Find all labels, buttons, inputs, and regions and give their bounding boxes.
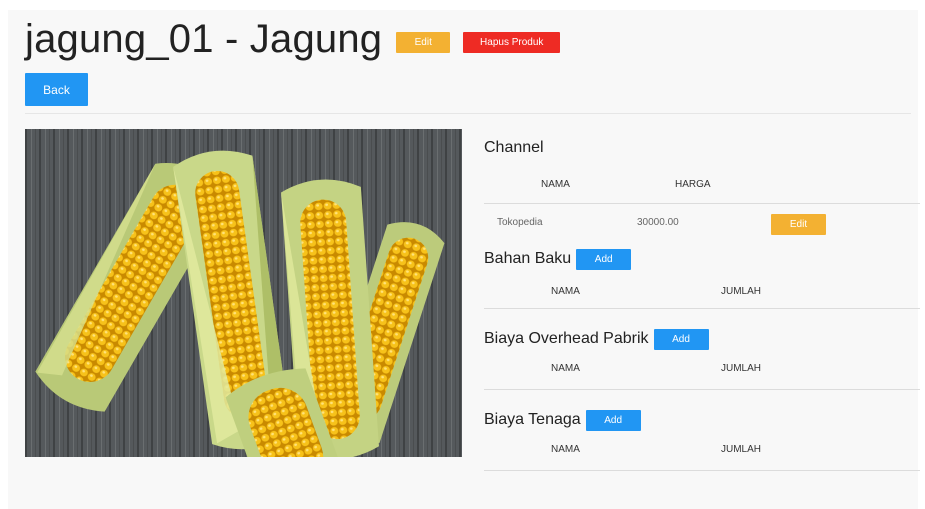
overhead-title: Biaya Overhead Pabrik xyxy=(484,330,649,347)
channel-nama: Tokopedia xyxy=(497,217,543,228)
column-header-nama: NAMA xyxy=(551,286,580,297)
table-row: Tokopedia 30000.00 Edit xyxy=(484,204,920,242)
column-header-nama: NAMA xyxy=(551,363,580,374)
column-header-jumlah: JUMLAH xyxy=(721,444,762,455)
add-tenaga-button[interactable]: Add xyxy=(585,409,641,431)
tenaga-table-header: NAMA JUMLAH xyxy=(484,436,920,470)
column-header-harga: HARGA xyxy=(675,179,711,190)
channel-table-header: NAMA HARGA xyxy=(484,167,920,203)
add-bahan-baku-button[interactable]: Add xyxy=(576,248,632,270)
table-divider xyxy=(484,308,920,309)
channel-title: Channel xyxy=(484,139,544,156)
section-title-bahan-baku: Bahan Baku Add xyxy=(484,244,920,274)
column-header-nama: NAMA xyxy=(551,444,580,455)
details-panel: Channel NAMA HARGA Tokopedia 30000.00 Ed… xyxy=(484,129,920,471)
section-title-channel: Channel xyxy=(484,129,920,167)
edit-channel-button[interactable]: Edit xyxy=(771,214,826,235)
section-title-tenaga: Biaya Tenaga Add xyxy=(484,404,920,436)
divider xyxy=(25,113,911,114)
table-divider xyxy=(484,470,920,471)
add-overhead-button[interactable]: Add xyxy=(653,328,709,350)
bahan-baku-title: Bahan Baku xyxy=(484,250,572,267)
section-title-overhead: Biaya Overhead Pabrik Add xyxy=(484,323,920,355)
page-title: jagung_01 - Jagung xyxy=(25,17,383,61)
delete-product-button[interactable]: Hapus Produk xyxy=(463,31,561,53)
title-row: jagung_01 - Jagung Edit Hapus Produk xyxy=(25,16,561,62)
column-header-jumlah: JUMLAH xyxy=(721,363,762,374)
column-header-jumlah: JUMLAH xyxy=(721,286,762,297)
tenaga-title: Biaya Tenaga xyxy=(484,411,581,428)
corn-image xyxy=(25,129,462,457)
channel-harga: 30000.00 xyxy=(637,217,679,228)
page-container: jagung_01 - Jagung Edit Hapus Produk Bac… xyxy=(8,10,920,509)
column-header-nama: NAMA xyxy=(541,179,570,190)
edit-product-button[interactable]: Edit xyxy=(396,31,451,53)
back-button[interactable]: Back xyxy=(25,73,88,106)
table-divider xyxy=(484,389,920,390)
product-image xyxy=(25,129,462,457)
overhead-table-header: NAMA JUMLAH xyxy=(484,355,920,389)
bahan-baku-table-header: NAMA JUMLAH xyxy=(484,274,920,308)
